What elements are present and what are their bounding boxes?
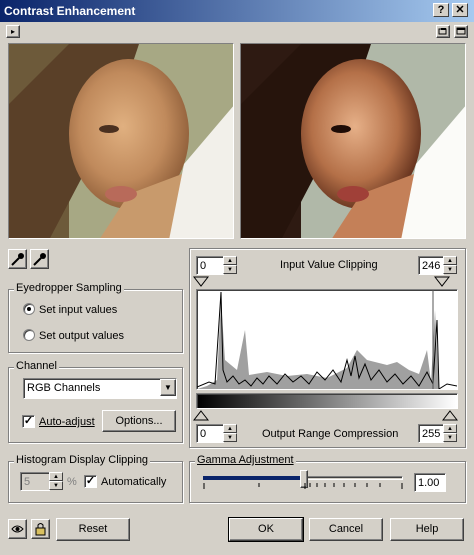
chevron-down-icon[interactable]: ▼ [160,379,176,396]
tonal-gradient-bar [196,393,458,409]
lock-button[interactable] [31,519,50,539]
input-eyedropper-button[interactable] [8,249,27,269]
set-input-label[interactable]: Set input values [39,304,117,316]
cancel-button[interactable]: Cancel [309,518,383,541]
eyedropper-icon [11,253,24,266]
histogram-graph [196,289,458,390]
input-high-field[interactable]: 246 [418,256,444,275]
output-high-handle[interactable] [442,410,458,422]
automatically-label[interactable]: Automatically [101,476,166,488]
title-bar[interactable]: Contrast Enhancement ? ✕ [0,0,474,22]
set-input-radio[interactable] [23,303,35,315]
gamma-title: Gamma Adjustment [195,454,296,466]
original-preview-image [9,44,233,238]
histogram-clipping-title: Histogram Display Clipping [14,454,151,466]
channel-title: Channel [14,360,59,372]
expand-icon: ▸ [10,27,15,36]
result-preview[interactable] [240,43,466,239]
auto-adjust-label[interactable]: Auto-adjust [39,416,95,428]
eyedropper-sampling-title: Eyedropper Sampling [14,282,124,294]
output-low-field[interactable]: 0 [196,424,224,443]
output-compression-label: Output Range Compression [262,428,399,440]
tile-view-button[interactable] [436,25,450,38]
window-icon [456,27,466,35]
input-low-field[interactable]: 0 [196,256,224,275]
gamma-value-field[interactable]: 1.00 [414,473,446,492]
clipping-spinner[interactable]: ▲ ▼ [49,472,63,490]
channel-selected-value: RGB Channels [27,382,101,394]
set-output-label[interactable]: Set output values [39,330,124,342]
gamma-slider-fill [203,476,304,480]
help-title-button[interactable]: ? [433,3,449,17]
eyedropper-icon [33,253,46,266]
options-button[interactable]: Options... [102,410,176,432]
auto-adjust-checkbox[interactable]: ✓ [22,415,35,428]
clipping-percent-field[interactable]: 5 [20,472,50,491]
expand-button[interactable]: ▸ [6,25,20,38]
input-low-handle[interactable] [193,276,209,288]
window-title: Contrast Enhancement [4,4,136,18]
result-preview-image [241,44,465,238]
output-low-spinner[interactable]: ▲ ▼ [223,424,237,442]
eyedropper-sampling-group [8,289,183,353]
output-eyedropper-button[interactable] [30,249,49,269]
preview-toggle-button[interactable] [8,519,27,539]
histogram-plot [196,290,458,390]
input-low-spinner[interactable]: ▲ ▼ [223,256,237,274]
input-clipping-label: Input Value Clipping [280,259,378,271]
output-low-handle[interactable] [193,410,209,422]
eye-icon [11,525,24,533]
percent-unit: % [67,476,77,488]
close-button[interactable]: ✕ [452,3,468,17]
automatically-checkbox[interactable]: ✓ [84,475,97,488]
reset-button[interactable]: Reset [56,518,130,541]
split-view-icon [438,28,447,35]
ok-button[interactable]: OK [228,517,304,542]
output-high-field[interactable]: 255 [418,424,444,443]
help-button[interactable]: Help [390,518,464,541]
set-output-radio[interactable] [23,329,35,341]
lock-icon [35,523,46,536]
input-high-spinner[interactable]: ▲ ▼ [443,256,457,274]
input-high-handle[interactable] [434,276,450,288]
gamma-slider-ticks [203,483,403,489]
channel-dropdown[interactable]: RGB Channels ▼ [23,378,177,399]
output-high-spinner[interactable]: ▲ ▼ [443,424,457,442]
single-view-button[interactable] [454,25,468,38]
original-preview[interactable] [8,43,234,239]
